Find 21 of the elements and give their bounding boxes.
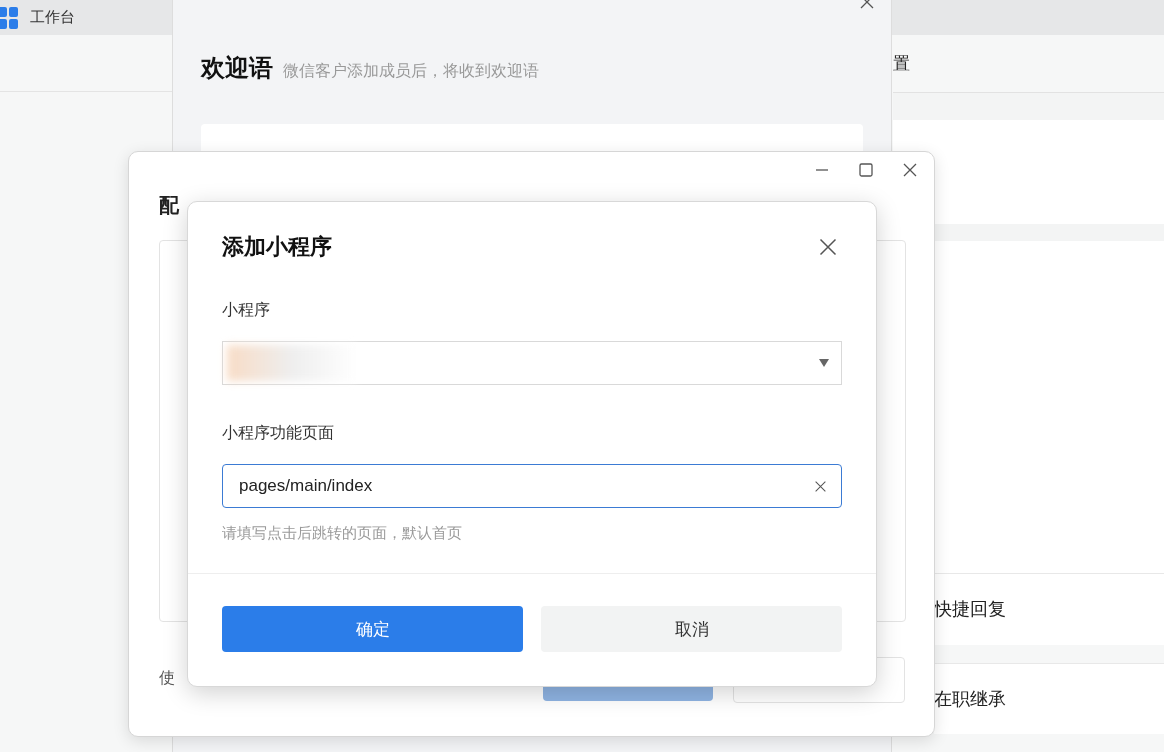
dialog-title: 添加小程序 [222,233,332,261]
field-label: 小程序 [222,300,271,320]
panel-item[interactable]: 在职继承 [934,662,1164,734]
page-path-input[interactable]: pages/main/index [222,464,842,508]
close-icon[interactable] [902,162,918,178]
window-subtitle: 微信客户添加成员后，将收到欢迎语 [283,61,539,81]
field-label: 小程序功能页面 [222,423,335,443]
maximize-icon[interactable] [858,162,874,178]
help-text: 请填写点击后跳转的页面，默认首页 [222,524,463,543]
panel-heading: 置 [893,52,910,75]
panel-item[interactable]: 快捷回复 [934,573,1164,645]
window-title: 配 [159,193,179,218]
grid-icon [0,6,20,29]
confirm-button[interactable]: 确定 [222,606,523,652]
footer-label: 使 [159,668,175,688]
cancel-button[interactable]: 取消 [541,606,842,652]
window-title: 欢迎语 [201,53,273,83]
workbench-title: 工作台 [30,8,75,27]
clear-icon[interactable] [814,479,827,493]
close-icon[interactable] [818,237,838,257]
caret-icon [819,359,829,367]
